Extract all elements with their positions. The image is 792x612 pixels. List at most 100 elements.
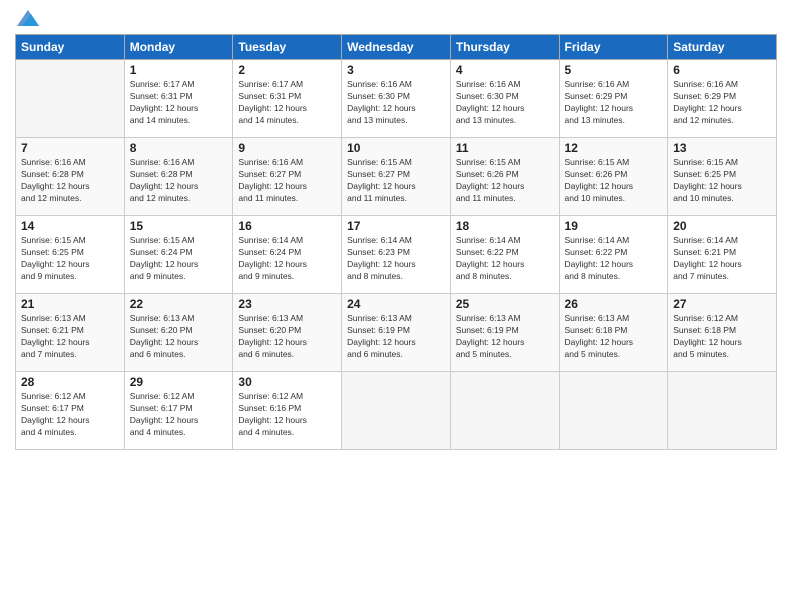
week-row-2: 7 Sunrise: 6:16 AMSunset: 6:28 PMDaylight… (16, 138, 777, 216)
calendar-cell: 3 Sunrise: 6:16 AMSunset: 6:30 PMDaylight… (342, 60, 451, 138)
day-number: 17 (347, 219, 445, 233)
day-number: 5 (565, 63, 663, 77)
day-info: Sunrise: 6:13 AMSunset: 6:20 PMDaylight:… (130, 313, 228, 361)
calendar-cell: 30Sunrise: 6:12 AMSunset: 6:16 PMDayligh… (233, 372, 342, 450)
day-info: Sunrise: 6:12 AMSunset: 6:17 PMDaylight:… (21, 391, 119, 439)
day-info: Sunrise: 6:12 AMSunset: 6:16 PMDaylight:… (238, 391, 336, 439)
week-row-1: 1 Sunrise: 6:17 AMSunset: 6:31 PMDaylight… (16, 60, 777, 138)
col-saturday: Saturday (668, 35, 777, 60)
day-info: Sunrise: 6:16 AMSunset: 6:30 PMDaylight:… (347, 79, 445, 127)
day-info: Sunrise: 6:16 AMSunset: 6:28 PMDaylight:… (130, 157, 228, 205)
calendar-cell: 15 Sunrise: 6:15 AMSunset: 6:24 PMDayligh… (124, 216, 233, 294)
day-info: Sunrise: 6:15 AMSunset: 6:25 PMDaylight:… (21, 235, 119, 283)
col-wednesday: Wednesday (342, 35, 451, 60)
calendar-cell: 26 Sunrise: 6:13 AMSunset: 6:18 PMDayligh… (559, 294, 668, 372)
day-number: 16 (238, 219, 336, 233)
calendar-cell: 11Sunrise: 6:15 AMSunset: 6:26 PMDayligh… (450, 138, 559, 216)
day-info: Sunrise: 6:12 AMSunset: 6:17 PMDaylight:… (130, 391, 228, 439)
day-number: 26 (565, 297, 663, 311)
day-info: Sunrise: 6:13 AMSunset: 6:18 PMDaylight:… (565, 313, 663, 361)
day-info: Sunrise: 6:13 AMSunset: 6:20 PMDaylight:… (238, 313, 336, 361)
day-info: Sunrise: 6:15 AMSunset: 6:24 PMDaylight:… (130, 235, 228, 283)
day-info: Sunrise: 6:16 AMSunset: 6:28 PMDaylight:… (21, 157, 119, 205)
day-info: Sunrise: 6:12 AMSunset: 6:18 PMDaylight:… (673, 313, 771, 361)
calendar-cell: 12 Sunrise: 6:15 AMSunset: 6:26 PMDayligh… (559, 138, 668, 216)
day-number: 15 (130, 219, 228, 233)
calendar-cell: 20 Sunrise: 6:14 AMSunset: 6:21 PMDayligh… (668, 216, 777, 294)
calendar-cell: 16Sunrise: 6:14 AMSunset: 6:24 PMDayligh… (233, 216, 342, 294)
day-info: Sunrise: 6:13 AMSunset: 6:19 PMDaylight:… (456, 313, 554, 361)
day-number: 9 (238, 141, 336, 155)
day-number: 1 (130, 63, 228, 77)
calendar-cell: 10 Sunrise: 6:15 AMSunset: 6:27 PMDayligh… (342, 138, 451, 216)
logo-icon (17, 10, 39, 26)
day-number: 27 (673, 297, 771, 311)
calendar-cell: 14Sunrise: 6:15 AMSunset: 6:25 PMDayligh… (16, 216, 125, 294)
calendar-cell: 24 Sunrise: 6:13 AMSunset: 6:19 PMDayligh… (342, 294, 451, 372)
day-info: Sunrise: 6:14 AMSunset: 6:21 PMDaylight:… (673, 235, 771, 283)
day-number: 23 (238, 297, 336, 311)
day-info: Sunrise: 6:15 AMSunset: 6:26 PMDaylight:… (565, 157, 663, 205)
day-number: 24 (347, 297, 445, 311)
day-info: Sunrise: 6:14 AMSunset: 6:23 PMDaylight:… (347, 235, 445, 283)
calendar-cell (342, 372, 451, 450)
day-number: 7 (21, 141, 119, 155)
col-tuesday: Tuesday (233, 35, 342, 60)
day-info: Sunrise: 6:13 AMSunset: 6:19 PMDaylight:… (347, 313, 445, 361)
calendar-cell: 6 Sunrise: 6:16 AMSunset: 6:29 PMDaylight… (668, 60, 777, 138)
day-number: 4 (456, 63, 554, 77)
day-number: 8 (130, 141, 228, 155)
calendar-cell: 2 Sunrise: 6:17 AMSunset: 6:31 PMDaylight… (233, 60, 342, 138)
day-info: Sunrise: 6:14 AMSunset: 6:22 PMDaylight:… (565, 235, 663, 283)
day-info: Sunrise: 6:16 AMSunset: 6:29 PMDaylight:… (565, 79, 663, 127)
calendar-cell: 17 Sunrise: 6:14 AMSunset: 6:23 PMDayligh… (342, 216, 451, 294)
calendar-cell (450, 372, 559, 450)
calendar-table: Sunday Monday Tuesday Wednesday Thursday… (15, 34, 777, 450)
week-row-4: 21Sunrise: 6:13 AMSunset: 6:21 PMDayligh… (16, 294, 777, 372)
header-row: Sunday Monday Tuesday Wednesday Thursday… (16, 35, 777, 60)
day-number: 11 (456, 141, 554, 155)
day-info: Sunrise: 6:17 AMSunset: 6:31 PMDaylight:… (238, 79, 336, 127)
calendar-cell (559, 372, 668, 450)
calendar-cell: 1 Sunrise: 6:17 AMSunset: 6:31 PMDaylight… (124, 60, 233, 138)
week-row-5: 28 Sunrise: 6:12 AMSunset: 6:17 PMDayligh… (16, 372, 777, 450)
calendar-cell: 7 Sunrise: 6:16 AMSunset: 6:28 PMDaylight… (16, 138, 125, 216)
calendar-cell: 8 Sunrise: 6:16 AMSunset: 6:28 PMDaylight… (124, 138, 233, 216)
day-info: Sunrise: 6:15 AMSunset: 6:25 PMDaylight:… (673, 157, 771, 205)
week-row-3: 14Sunrise: 6:15 AMSunset: 6:25 PMDayligh… (16, 216, 777, 294)
calendar-cell: 13 Sunrise: 6:15 AMSunset: 6:25 PMDayligh… (668, 138, 777, 216)
calendar-cell: 19Sunrise: 6:14 AMSunset: 6:22 PMDayligh… (559, 216, 668, 294)
day-number: 6 (673, 63, 771, 77)
logo (15, 10, 39, 26)
day-number: 28 (21, 375, 119, 389)
col-sunday: Sunday (16, 35, 125, 60)
day-number: 25 (456, 297, 554, 311)
day-info: Sunrise: 6:16 AMSunset: 6:27 PMDaylight:… (238, 157, 336, 205)
calendar-cell: 23 Sunrise: 6:13 AMSunset: 6:20 PMDayligh… (233, 294, 342, 372)
day-number: 3 (347, 63, 445, 77)
calendar-cell: 4Sunrise: 6:16 AMSunset: 6:30 PMDaylight… (450, 60, 559, 138)
page: Sunday Monday Tuesday Wednesday Thursday… (0, 0, 792, 612)
day-info: Sunrise: 6:13 AMSunset: 6:21 PMDaylight:… (21, 313, 119, 361)
calendar-cell: 22Sunrise: 6:13 AMSunset: 6:20 PMDayligh… (124, 294, 233, 372)
day-info: Sunrise: 6:16 AMSunset: 6:29 PMDaylight:… (673, 79, 771, 127)
calendar-cell: 5 Sunrise: 6:16 AMSunset: 6:29 PMDaylight… (559, 60, 668, 138)
col-monday: Monday (124, 35, 233, 60)
calendar-cell: 9 Sunrise: 6:16 AMSunset: 6:27 PMDaylight… (233, 138, 342, 216)
calendar-cell: 18Sunrise: 6:14 AMSunset: 6:22 PMDayligh… (450, 216, 559, 294)
day-number: 20 (673, 219, 771, 233)
calendar-cell (16, 60, 125, 138)
calendar-cell: 21Sunrise: 6:13 AMSunset: 6:21 PMDayligh… (16, 294, 125, 372)
day-info: Sunrise: 6:15 AMSunset: 6:27 PMDaylight:… (347, 157, 445, 205)
day-number: 10 (347, 141, 445, 155)
day-info: Sunrise: 6:14 AMSunset: 6:22 PMDaylight:… (456, 235, 554, 283)
day-number: 12 (565, 141, 663, 155)
day-number: 2 (238, 63, 336, 77)
day-info: Sunrise: 6:17 AMSunset: 6:31 PMDaylight:… (130, 79, 228, 127)
calendar-cell: 28 Sunrise: 6:12 AMSunset: 6:17 PMDayligh… (16, 372, 125, 450)
day-number: 13 (673, 141, 771, 155)
header (15, 10, 777, 26)
calendar-cell: 25 Sunrise: 6:13 AMSunset: 6:19 PMDayligh… (450, 294, 559, 372)
col-thursday: Thursday (450, 35, 559, 60)
calendar-cell (668, 372, 777, 450)
